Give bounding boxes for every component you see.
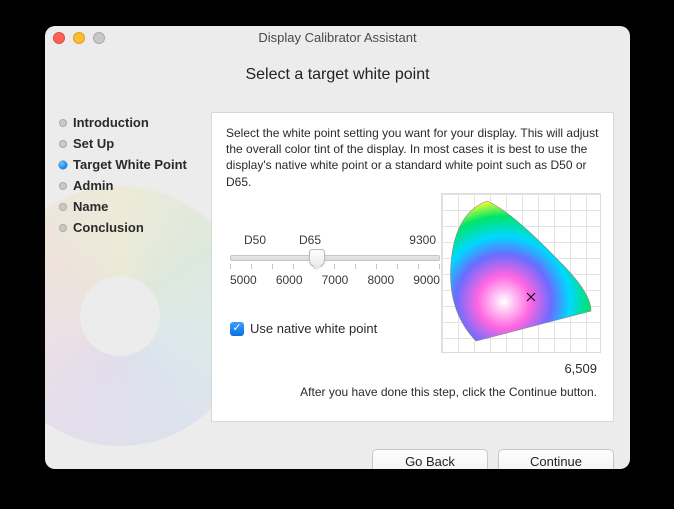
continue-hint: After you have done this step, click the… bbox=[226, 385, 597, 399]
slider-knob[interactable] bbox=[309, 249, 325, 267]
step-set-up: Set Up bbox=[59, 133, 205, 154]
white-point-slider-group: D50 D65 9300 5000 6000 7000 8000 9000 bbox=[230, 233, 440, 287]
step-bullet-icon bbox=[59, 224, 67, 232]
step-target-white-point: Target White Point bbox=[59, 154, 205, 175]
step-label: Introduction bbox=[73, 115, 149, 130]
minimize-icon[interactable] bbox=[73, 32, 85, 44]
step-name: Name bbox=[59, 196, 205, 217]
go-back-button[interactable]: Go Back bbox=[372, 449, 488, 469]
page-title: Select a target white point bbox=[45, 66, 630, 84]
tick-9300: 9300 bbox=[321, 233, 436, 247]
description-text: Select the white point setting you want … bbox=[226, 125, 599, 190]
checkbox-checked-icon: ✓ bbox=[230, 322, 244, 336]
step-sidebar: Introduction Set Up Target White Point A… bbox=[45, 112, 205, 238]
tick-9000: 9000 bbox=[413, 273, 440, 287]
step-label: Target White Point bbox=[73, 157, 187, 172]
close-icon[interactable] bbox=[53, 32, 65, 44]
step-bullet-icon bbox=[59, 140, 67, 148]
footer-buttons: Go Back Continue bbox=[372, 449, 614, 469]
tick-6000: 6000 bbox=[276, 273, 303, 287]
step-label: Conclusion bbox=[73, 220, 144, 235]
window-body: Select a target white point Introduction… bbox=[45, 66, 630, 469]
native-white-point-checkbox[interactable]: ✓ Use native white point bbox=[230, 321, 377, 336]
step-conclusion: Conclusion bbox=[59, 217, 205, 238]
continue-button[interactable]: Continue bbox=[498, 449, 614, 469]
chromaticity-diagram bbox=[441, 193, 601, 353]
tick-8000: 8000 bbox=[367, 273, 394, 287]
window-title: Display Calibrator Assistant bbox=[258, 30, 416, 45]
tick-7000: 7000 bbox=[322, 273, 349, 287]
step-introduction: Introduction bbox=[59, 112, 205, 133]
slider-numeric-ticks: 5000 6000 7000 8000 9000 bbox=[230, 273, 440, 287]
tick-d65: D65 bbox=[299, 233, 321, 247]
slider-named-ticks: D50 D65 9300 bbox=[230, 233, 440, 247]
step-admin: Admin bbox=[59, 175, 205, 196]
step-label: Admin bbox=[73, 178, 113, 193]
white-point-slider[interactable] bbox=[230, 255, 440, 261]
calibrator-window: Display Calibrator Assistant Select a ta… bbox=[45, 26, 630, 469]
slider-ticks bbox=[230, 264, 440, 269]
content-panel: Select the white point setting you want … bbox=[211, 112, 614, 422]
tick-5000: 5000 bbox=[230, 273, 257, 287]
zoom-icon[interactable] bbox=[93, 32, 105, 44]
step-bullet-icon bbox=[59, 203, 67, 211]
step-bullet-icon bbox=[59, 119, 67, 127]
gamut-icon bbox=[441, 193, 601, 353]
step-bullet-icon bbox=[59, 182, 67, 190]
step-bullet-icon bbox=[59, 161, 67, 169]
step-label: Set Up bbox=[73, 136, 114, 151]
checkbox-label: Use native white point bbox=[250, 321, 377, 336]
tick-d50: D50 bbox=[244, 233, 266, 247]
window-controls bbox=[53, 32, 105, 44]
white-point-value: 6,509 bbox=[564, 361, 597, 376]
titlebar: Display Calibrator Assistant bbox=[45, 26, 630, 52]
step-label: Name bbox=[73, 199, 108, 214]
